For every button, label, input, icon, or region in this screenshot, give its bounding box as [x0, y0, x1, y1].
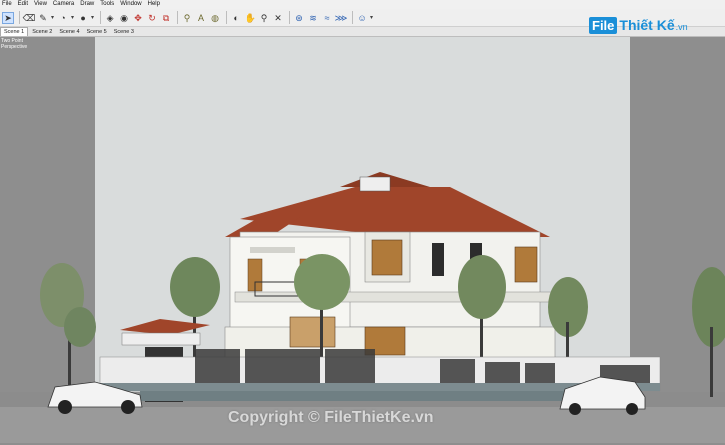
logo-text: Thiết Kế [619, 17, 675, 33]
scene-tab-scene-2[interactable]: Scene 2 [29, 28, 55, 36]
chevron-down-icon[interactable]: ▾ [51, 14, 54, 21]
eraser-icon[interactable]: ⌫ [23, 12, 36, 24]
get-models-icon[interactable]: ≋ [307, 12, 319, 24]
menu-edit[interactable]: Edit [18, 0, 28, 9]
toolbar-separator [19, 11, 20, 24]
model-viewport[interactable]: Two Point Perspective [0, 37, 725, 443]
extension-icon[interactable]: ⋙ [335, 12, 348, 24]
toolbar-separator [226, 11, 228, 24]
chevron-down-icon[interactable]: ▾ [71, 14, 74, 21]
main-entrance [289, 316, 336, 348]
stone-base [140, 391, 580, 401]
scale-icon[interactable]: ⧉ [160, 12, 172, 24]
house-rendering [0, 37, 725, 443]
warehouse-icon[interactable]: ⊛ [293, 12, 305, 24]
chevron-down-icon[interactable]: ▾ [370, 14, 373, 21]
toolbar-separator [352, 11, 354, 24]
offset-icon[interactable]: ◉ [118, 12, 130, 24]
scene-tab-scene-4[interactable]: Scene 4 [56, 28, 82, 36]
dormer-window [359, 176, 391, 192]
arc-icon[interactable]: ◔ [57, 12, 69, 24]
scene-tab-scene-5[interactable]: Scene 5 [84, 28, 110, 36]
select-arrow-icon[interactable]: ➤ [2, 11, 14, 24]
paint-bucket-icon[interactable]: ◍ [209, 12, 221, 24]
view-label-camera: Perspective [1, 44, 28, 50]
menu-window[interactable]: Window [120, 0, 141, 9]
push-pull-icon[interactable]: ◈ [104, 12, 116, 24]
account-icon[interactable]: ☺ [356, 12, 368, 24]
site-logo: File Thiết Kế .vn [589, 12, 688, 38]
menu-file[interactable]: File [2, 0, 12, 9]
toolbar-separator [177, 11, 179, 24]
scene-tab-scene-3[interactable]: Scene 3 [111, 28, 137, 36]
copyright-watermark: Copyright © FileThietKe.vn [228, 409, 434, 426]
orbit-icon[interactable]: ◐ [230, 12, 242, 24]
menu-draw[interactable]: Draw [80, 0, 94, 9]
chevron-down-icon[interactable]: ▾ [91, 14, 94, 21]
menu-camera[interactable]: Camera [53, 0, 74, 9]
rotate-icon[interactable]: ↻ [146, 12, 158, 24]
menu-bar: File Edit View Camera Draw Tools Window Help [0, 0, 725, 9]
toolbar-separator [100, 11, 102, 24]
logo-suffix: .vn [675, 22, 688, 32]
share-model-icon[interactable]: ≈ [321, 12, 333, 24]
tape-measure-icon[interactable]: ⚲ [181, 12, 193, 24]
shape-circle-icon[interactable]: ● [77, 12, 89, 24]
text-icon[interactable]: A [195, 12, 207, 24]
zoom-extents-icon[interactable]: ✕ [272, 12, 284, 24]
window-upper-center [371, 239, 403, 276]
logo-box-text: File [589, 16, 618, 34]
pan-icon[interactable]: ✋ [244, 12, 256, 24]
menu-tools[interactable]: Tools [100, 0, 114, 9]
line-pencil-icon[interactable]: ✎ [37, 12, 49, 24]
menu-view[interactable]: View [34, 0, 47, 9]
window-upper-right [514, 246, 538, 283]
scene-tab-scene-1[interactable]: Scene 1 [0, 27, 29, 36]
zoom-icon[interactable]: ⚲ [258, 12, 270, 24]
floor-cornice [234, 291, 556, 303]
toolbar-separator [289, 11, 291, 24]
move-icon[interactable]: ✥ [132, 12, 144, 24]
menu-help[interactable]: Help [148, 0, 160, 9]
